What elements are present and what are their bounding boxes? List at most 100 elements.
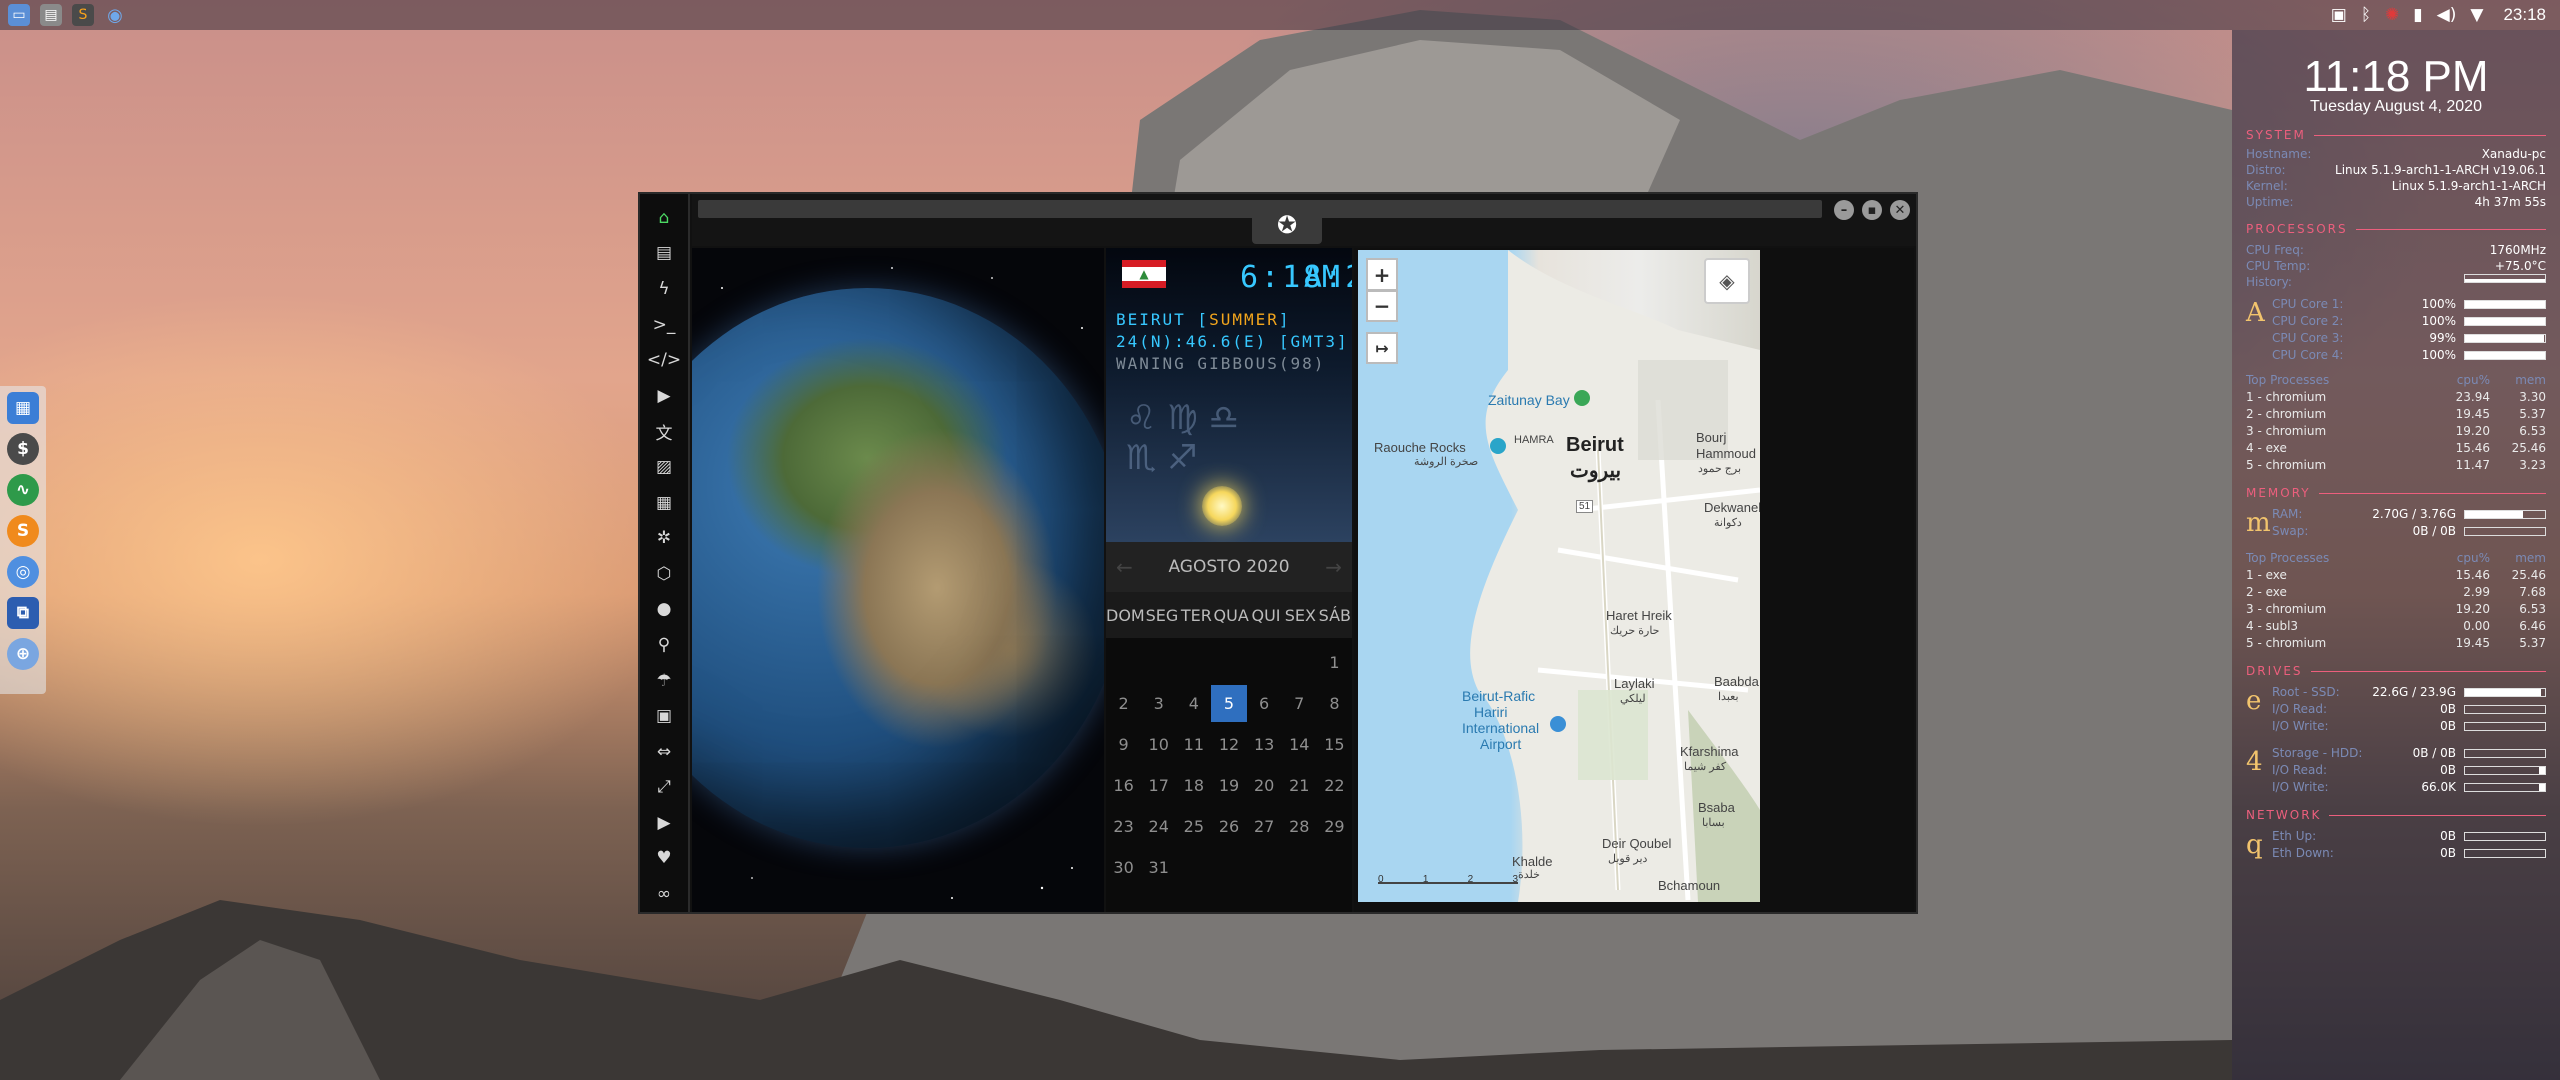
calendar-day[interactable]: 1 — [1317, 642, 1352, 683]
youtube-icon[interactable]: ▶ — [646, 805, 682, 841]
zoom-out-button[interactable]: − — [1366, 290, 1398, 322]
window-titlebar[interactable]: ✪ – ▪ ✕ — [692, 194, 1916, 246]
top-processes-title: Top Processes — [2246, 373, 2330, 387]
calendar-empty — [1106, 642, 1141, 683]
calendar-day[interactable]: 23 — [1106, 806, 1141, 847]
cpu-core-value: 100% — [2421, 297, 2456, 311]
search-icon[interactable]: ⚲ — [646, 627, 682, 663]
calendar-day[interactable]: 8 — [1317, 683, 1352, 724]
weekday-label: QUA — [1213, 605, 1249, 625]
calendar-day[interactable]: 25 — [1176, 806, 1211, 847]
calendar-day[interactable]: 27 — [1247, 806, 1282, 847]
calendar-day[interactable]: 7 — [1282, 683, 1317, 724]
screenshot-app-icon[interactable]: ⧉ — [7, 597, 39, 629]
battery-icon[interactable]: ▮ — [2413, 5, 2422, 25]
system-value: Linux 5.1.9-arch1-1-ARCH — [2391, 179, 2546, 193]
sublime-icon[interactable]: S — [72, 4, 94, 26]
calendar-day[interactable]: 20 — [1247, 765, 1282, 806]
calendar-day[interactable]: 30 — [1106, 847, 1141, 888]
link-icon[interactable]: ∞ — [646, 876, 682, 912]
document-icon[interactable]: ▤ — [646, 236, 682, 272]
calendar-day[interactable]: 10 — [1141, 724, 1176, 765]
map-canvas[interactable]: + − ↦ ◈ Zaitunay Bay Raouche Rocks صخرة … — [1358, 250, 1760, 902]
prev-month-icon[interactable]: ← — [1116, 555, 1133, 579]
close-button[interactable]: ✕ — [1890, 200, 1910, 220]
calendar-day[interactable]: 12 — [1211, 724, 1246, 765]
image-icon[interactable]: ▨ — [646, 449, 682, 485]
cpu-column-header: cpu% — [2456, 551, 2490, 565]
home-icon[interactable]: ⌂ — [646, 200, 682, 236]
panel-clock[interactable]: 23:18 — [2503, 5, 2546, 25]
calendar-day[interactable]: 11 — [1176, 724, 1211, 765]
money-app-icon[interactable]: $ — [7, 433, 39, 465]
label-airport-4: Airport — [1480, 736, 1522, 752]
contact-icon[interactable]: ▣ — [646, 698, 682, 734]
calendar-day[interactable]: 3 — [1141, 683, 1176, 724]
calendar-day[interactable]: 29 — [1317, 806, 1352, 847]
umbrella-icon[interactable]: ☂ — [646, 663, 682, 699]
window-switcher-icon[interactable]: ▤ — [40, 4, 62, 26]
layers-icon[interactable]: ◈ — [1704, 258, 1750, 304]
raouche-pin-icon[interactable] — [1490, 438, 1506, 454]
calendar-day[interactable]: 9 — [1106, 724, 1141, 765]
calendar-day[interactable]: 26 — [1211, 806, 1246, 847]
chromium-dock-icon[interactable]: ◎ — [7, 556, 39, 588]
label-bourj-ar: برج حمود — [1698, 463, 1742, 475]
maximize-button[interactable]: ▪ — [1862, 200, 1882, 220]
virus-icon[interactable]: ✺ — [2385, 5, 2399, 25]
airport-pin-icon[interactable] — [1550, 716, 1566, 732]
screenshot-icon[interactable]: ▣ — [2331, 5, 2347, 25]
expand-button[interactable]: ↦ — [1366, 332, 1398, 364]
calendar-app-icon[interactable]: ▦ — [7, 392, 39, 424]
calendar-day[interactable]: 19 — [1211, 765, 1246, 806]
translate-icon[interactable]: 文 — [646, 414, 682, 450]
eth-down-graph — [2464, 849, 2546, 858]
calendar-day[interactable]: 22 — [1317, 765, 1352, 806]
calendar-day[interactable]: 24 — [1141, 806, 1176, 847]
zaitunay-pin-icon[interactable] — [1574, 390, 1590, 406]
play-icon[interactable]: ▶ — [646, 378, 682, 414]
label-kfarshima-ar: كفر شيما — [1684, 761, 1727, 773]
calendar-day[interactable]: 31 — [1141, 847, 1176, 888]
activity-monitor-icon[interactable]: ∿ — [7, 474, 39, 506]
next-month-icon[interactable]: → — [1325, 555, 1342, 579]
heart-icon[interactable]: ♥ — [646, 841, 682, 877]
memory-section-title: MEMORY — [2246, 486, 2546, 500]
city-name: BEIRUT — [1116, 310, 1186, 329]
calendar-day[interactable]: 28 — [1282, 806, 1317, 847]
root-drive-bar — [2464, 688, 2546, 697]
process-mem: 7.68 — [2519, 585, 2546, 599]
fullscreen-icon[interactable]: ⤢ — [646, 770, 682, 806]
news-icon[interactable]: ▦ — [646, 485, 682, 521]
chromium-icon[interactable]: ◉ — [104, 4, 126, 26]
globe-app-icon[interactable]: ⊕ — [7, 638, 39, 670]
calendar-day[interactable]: 17 — [1141, 765, 1176, 806]
globe-icon[interactable]: ● — [646, 592, 682, 628]
sublime-dock-icon[interactable]: S — [7, 515, 39, 547]
calendar-day[interactable]: 2 — [1106, 683, 1141, 724]
process-mem: 5.37 — [2519, 407, 2546, 421]
terminal-icon[interactable]: >_ — [646, 307, 682, 343]
zoom-in-button[interactable]: + — [1366, 258, 1398, 290]
hexagon-icon[interactable]: ⬡ — [646, 556, 682, 592]
calendar-day[interactable]: 18 — [1176, 765, 1211, 806]
code-icon[interactable]: </> — [646, 342, 682, 378]
calendar-day[interactable]: 15 — [1317, 724, 1352, 765]
calendar-day[interactable]: 4 — [1176, 683, 1211, 724]
lightning-icon[interactable]: ϟ — [646, 271, 682, 307]
calendar-day[interactable]: 6 — [1247, 683, 1282, 724]
calendar-day[interactable]: 14 — [1282, 724, 1317, 765]
bluetooth-icon[interactable]: ᛒ — [2361, 5, 2371, 25]
minimize-button[interactable]: – — [1834, 200, 1854, 220]
calendar-day[interactable]: 13 — [1247, 724, 1282, 765]
calendar-day[interactable]: 5 — [1211, 685, 1247, 722]
process-mem: 3.23 — [2519, 458, 2546, 472]
calendar-day[interactable]: 16 — [1106, 765, 1141, 806]
files-icon[interactable]: ▭ — [8, 4, 30, 26]
earth-globe[interactable] — [692, 288, 1104, 848]
settings-icon[interactable]: ✲ — [646, 520, 682, 556]
swap-icon[interactable]: ⇔ — [646, 734, 682, 770]
volume-icon[interactable]: ◀) — [2437, 5, 2457, 25]
wifi-icon[interactable]: ▼ — [2470, 5, 2483, 25]
calendar-day[interactable]: 21 — [1282, 765, 1317, 806]
